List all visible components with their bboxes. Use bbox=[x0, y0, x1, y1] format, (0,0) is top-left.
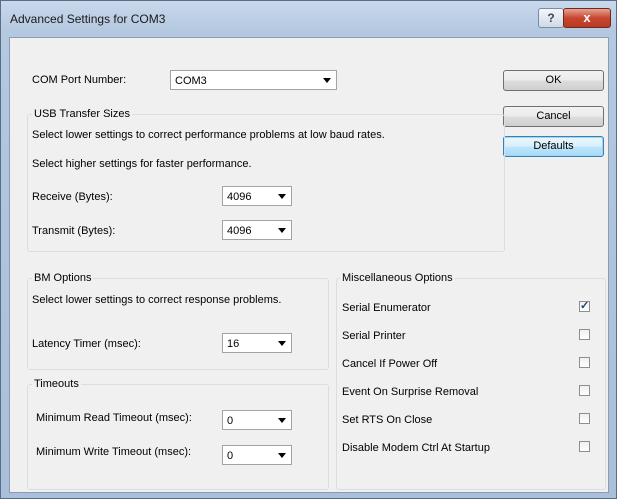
defaults-button[interactable]: Defaults bbox=[503, 136, 604, 157]
chevron-down-icon bbox=[278, 453, 286, 458]
dialog-window: Advanced Settings for COM3 ? x COM Port … bbox=[0, 0, 617, 499]
read-timeout-label: Minimum Read Timeout (msec): bbox=[36, 412, 192, 424]
close-button[interactable]: x bbox=[563, 8, 611, 28]
chevron-down-icon bbox=[278, 418, 286, 423]
help-button[interactable]: ? bbox=[538, 8, 564, 28]
misc-option-label: Set RTS On Close bbox=[342, 414, 433, 426]
usb-hint-higher: Select higher settings for faster perfor… bbox=[32, 158, 252, 170]
misc-options-legend: Miscellaneous Options bbox=[340, 272, 455, 284]
latency-select[interactable]: 16 bbox=[222, 333, 292, 353]
cancel-button[interactable]: Cancel bbox=[503, 106, 604, 127]
usb-hint-lower: Select lower settings to correct perform… bbox=[32, 129, 385, 141]
transmit-label: Transmit (Bytes): bbox=[32, 225, 116, 237]
timeouts-legend: Timeouts bbox=[32, 378, 81, 390]
read-timeout-value: 0 bbox=[227, 415, 234, 427]
set-rts-on-close-checkbox[interactable] bbox=[579, 413, 590, 424]
serial-printer-checkbox[interactable] bbox=[579, 329, 590, 340]
com-port-value: COM3 bbox=[175, 75, 207, 87]
misc-option-label: Event On Surprise Removal bbox=[342, 386, 479, 398]
chevron-down-icon bbox=[278, 228, 286, 233]
receive-value: 4096 bbox=[227, 191, 252, 203]
com-port-label: COM Port Number: bbox=[32, 74, 127, 86]
chevron-down-icon bbox=[323, 78, 331, 83]
timeouts-group bbox=[27, 384, 329, 490]
serial-enumerator-checkbox[interactable] bbox=[579, 299, 590, 312]
bm-options-legend: BM Options bbox=[32, 272, 94, 284]
misc-option-label: Disable Modem Ctrl At Startup bbox=[342, 442, 490, 454]
receive-select[interactable]: 4096 bbox=[222, 186, 292, 206]
cancel-if-power-off-checkbox[interactable] bbox=[579, 357, 590, 368]
chevron-down-icon bbox=[278, 341, 286, 346]
receive-label: Receive (Bytes): bbox=[32, 191, 113, 203]
disable-modem-ctrl-checkbox[interactable] bbox=[579, 441, 590, 452]
bm-options-group bbox=[27, 278, 329, 370]
window-title: Advanced Settings for COM3 bbox=[10, 12, 166, 26]
ok-button[interactable]: OK bbox=[503, 70, 604, 91]
misc-option-label: Serial Printer bbox=[342, 330, 406, 342]
write-timeout-value: 0 bbox=[227, 450, 234, 462]
write-timeout-label: Minimum Write Timeout (msec): bbox=[36, 446, 192, 458]
latency-value: 16 bbox=[227, 338, 240, 350]
misc-option-label: Cancel If Power Off bbox=[342, 358, 438, 370]
title-bar[interactable]: Advanced Settings for COM3 ? x bbox=[1, 1, 617, 37]
read-timeout-select[interactable]: 0 bbox=[222, 410, 292, 430]
write-timeout-select[interactable]: 0 bbox=[222, 445, 292, 465]
close-icon: x bbox=[583, 10, 591, 25]
com-port-select[interactable]: COM3 bbox=[170, 70, 337, 90]
chevron-down-icon bbox=[278, 194, 286, 199]
dialog-client-area: COM Port Number: COM3 OK Cancel Defaults… bbox=[9, 37, 609, 493]
usb-transfer-legend: USB Transfer Sizes bbox=[32, 108, 132, 120]
transmit-select[interactable]: 4096 bbox=[222, 220, 292, 240]
transmit-value: 4096 bbox=[227, 225, 252, 237]
event-on-surprise-removal-checkbox[interactable] bbox=[579, 385, 590, 396]
latency-label: Latency Timer (msec): bbox=[32, 338, 141, 350]
misc-option-label: Serial Enumerator bbox=[342, 302, 431, 314]
bm-hint: Select lower settings to correct respons… bbox=[32, 294, 282, 306]
